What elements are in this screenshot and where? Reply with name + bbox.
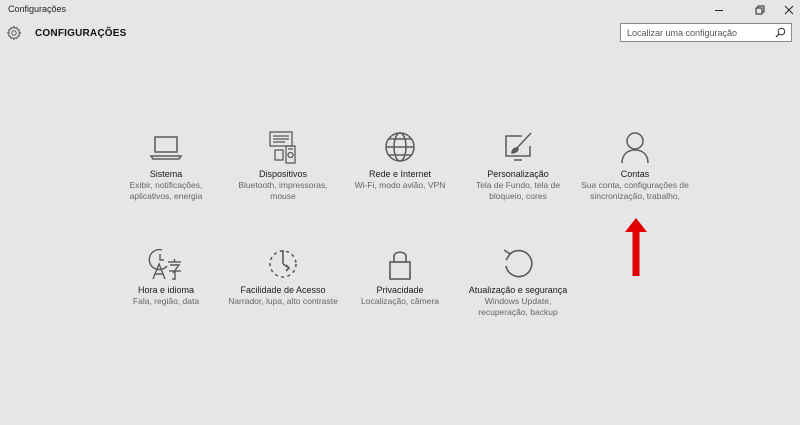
category-facilidade-de-acesso[interactable]: Facilidade de Acesso Narrador, lupa, alt… [228, 246, 338, 307]
category-description: Windows Update, recuperação, backup [478, 296, 558, 317]
person-icon [621, 132, 649, 164]
category-description: Localização, câmera [361, 296, 439, 306]
category-label: Atualização e segurança [468, 285, 568, 295]
category-description: Bluetooth, impressoras, mouse [238, 180, 328, 201]
category-contas[interactable]: Contas Sua conta, configurações de sincr… [580, 130, 690, 202]
category-label: Dispositivos [258, 169, 307, 179]
minimize-button[interactable] [703, 0, 735, 20]
category-description: Tela de Fundo, tela de bloqueio, cores [475, 180, 561, 201]
category-hora-e-idioma[interactable]: Hora e idioma Fala, região, data [111, 246, 221, 307]
category-dispositivos[interactable]: Dispositivos Bluetooth, impressoras, mou… [228, 130, 338, 202]
category-sistema[interactable]: Sistema Exibir, notificações, aplicativo… [111, 130, 221, 202]
close-icon [784, 5, 794, 15]
category-description: Fala, região, data [132, 296, 200, 306]
category-rede-e-internet[interactable]: Rede e Internet Wi-Fi, modo avião, VPN [345, 130, 455, 191]
category-label: Personalização [487, 169, 549, 179]
search-input[interactable] [621, 24, 777, 41]
restore-button[interactable] [744, 0, 776, 20]
title-bar: Configurações [0, 0, 800, 20]
paint-icon [505, 132, 532, 161]
category-privacidade[interactable]: Privacidade Localização, câmera [345, 246, 455, 307]
update-icon [503, 249, 533, 278]
laptop-icon [149, 136, 183, 160]
page-title: CONFIGURAÇÕES [35, 28, 127, 39]
window-title: Configurações [8, 4, 67, 14]
category-label: Contas [620, 169, 650, 179]
category-description: Sua conta, configurações de sincronizaçã… [581, 180, 689, 201]
ease-of-access-icon [269, 250, 297, 278]
minimize-icon [715, 10, 723, 11]
devices-icon [269, 131, 296, 164]
restore-icon [755, 5, 765, 15]
globe-icon [385, 132, 415, 162]
category-label: Privacidade [376, 285, 424, 295]
category-label: Facilidade de Acesso [240, 285, 326, 295]
category-description: Narrador, lupa, alto contraste [228, 296, 338, 306]
category-label: Sistema [149, 169, 183, 179]
search-box[interactable] [620, 23, 792, 42]
lock-icon [389, 251, 411, 280]
annotation-arrow-icon [625, 218, 647, 276]
category-label: Rede e Internet [368, 169, 432, 179]
close-button[interactable] [773, 0, 800, 20]
category-atualizacao-e-seguranca[interactable]: Atualização e segurança Windows Update, … [463, 246, 573, 318]
time-language-icon [148, 248, 181, 280]
category-personalizacao[interactable]: Personalização Tela de Fundo, tela de bl… [463, 130, 573, 202]
category-label: Hora e idioma [137, 285, 195, 295]
gear-icon [6, 25, 22, 41]
category-description: Wi-Fi, modo avião, VPN [354, 180, 446, 190]
search-icon[interactable] [775, 27, 786, 38]
category-description: Exibir, notificações, aplicativos, energ… [129, 180, 203, 201]
